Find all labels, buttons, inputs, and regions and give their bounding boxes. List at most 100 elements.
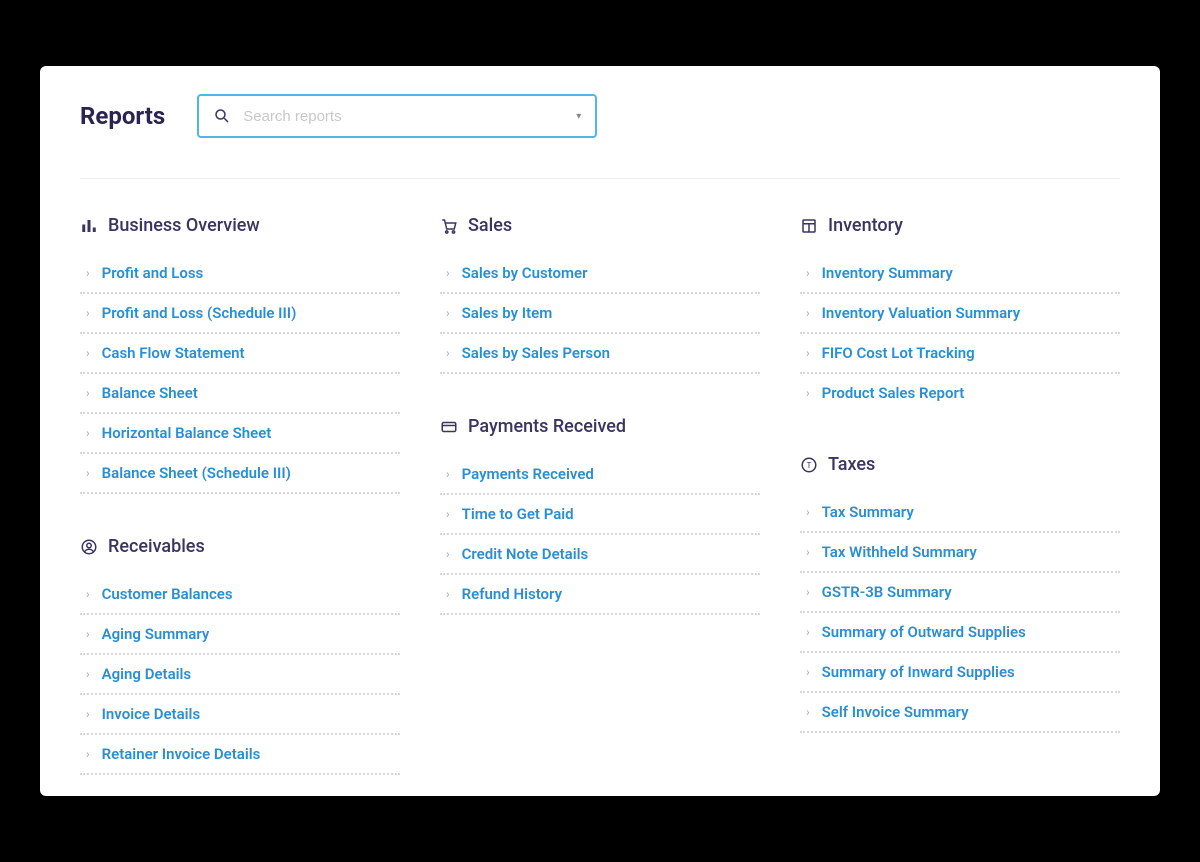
- report-link[interactable]: ›Product Sales Report: [800, 374, 1120, 412]
- chevron-right-icon: ›: [806, 347, 810, 359]
- section-business-overview: Business Overview ›Profit and Loss ›Prof…: [80, 215, 400, 494]
- report-link[interactable]: › Balance Sheet (Schedule III): [80, 454, 400, 494]
- report-label: Balance Sheet: [102, 384, 198, 402]
- reports-page: Reports ▾ Business Overview ›Profit and …: [40, 66, 1160, 796]
- box-icon: [800, 217, 818, 235]
- report-link[interactable]: › Time to Get Paid: [440, 495, 760, 535]
- report-link[interactable]: › Credit Note Details: [440, 535, 760, 575]
- report-link[interactable]: › GSTR-3B Summary: [800, 573, 1120, 613]
- chevron-right-icon: ›: [806, 586, 810, 598]
- report-link[interactable]: › Summary of Outward Supplies: [800, 613, 1120, 653]
- report-link[interactable]: › Aging Details: [80, 655, 400, 695]
- report-link[interactable]: ›Self Invoice Summary: [800, 693, 1120, 733]
- column-1: Sales ›Sales by Customer ›Sales by Item …: [440, 215, 760, 796]
- search-box[interactable]: ▾: [197, 94, 597, 138]
- section-title: Inventory: [828, 215, 903, 236]
- column-0: Business Overview ›Profit and Loss ›Prof…: [80, 215, 400, 796]
- report-label: Retainer Invoice Details: [102, 745, 261, 763]
- report-label: GSTR-3B Summary: [822, 583, 952, 601]
- report-link[interactable]: ›Refund History: [440, 575, 760, 615]
- report-label: Time to Get Paid: [462, 505, 574, 523]
- report-label: Tax Withheld Summary: [822, 543, 977, 561]
- report-label: Inventory Summary: [822, 264, 953, 282]
- chevron-right-icon: ›: [446, 307, 450, 319]
- section-head: Payments Received: [440, 416, 760, 437]
- report-label: Profit and Loss: [102, 264, 204, 282]
- section-title: Sales: [468, 215, 512, 236]
- chevron-right-icon: ›: [446, 588, 450, 600]
- search-icon: [213, 107, 231, 125]
- section-title: Taxes: [828, 454, 875, 475]
- report-link[interactable]: ›FIFO Cost Lot Tracking: [800, 334, 1120, 374]
- report-link[interactable]: › Customer Balances: [80, 575, 400, 615]
- svg-text:T: T: [807, 461, 812, 471]
- cart-icon: [440, 217, 458, 235]
- report-label: Sales by Customer: [462, 264, 588, 282]
- section-taxes: T Taxes ›Tax Summary ›Tax Withheld Summa…: [800, 454, 1120, 733]
- report-link[interactable]: ›Invoice Details: [80, 695, 400, 735]
- section-title: Business Overview: [108, 215, 260, 236]
- report-label: Cash Flow Statement: [102, 344, 245, 362]
- section-head: Business Overview: [80, 215, 400, 236]
- chevron-right-icon: ›: [86, 387, 90, 399]
- chevron-right-icon: ›: [806, 626, 810, 638]
- report-link[interactable]: ›Aging Summary: [80, 615, 400, 655]
- report-link[interactable]: › Cash Flow Statement: [80, 334, 400, 374]
- chevron-right-icon: ›: [806, 307, 810, 319]
- section-head: Receivables: [80, 536, 400, 557]
- report-label: Balance Sheet (Schedule III): [102, 464, 291, 482]
- search-input[interactable]: [243, 108, 564, 125]
- report-label: Tax Summary: [822, 503, 914, 521]
- report-label: Summary of Inward Supplies: [822, 663, 1015, 681]
- chevron-right-icon: ›: [86, 668, 90, 680]
- report-link[interactable]: ›Profit and Loss (Schedule III): [80, 294, 400, 334]
- section-inventory: Inventory ›Inventory Summary ›Inventory …: [800, 215, 1120, 412]
- report-link[interactable]: ›Tax Summary: [800, 493, 1120, 533]
- chevron-right-icon: ›: [446, 468, 450, 480]
- report-label: Credit Note Details: [462, 545, 589, 563]
- header: Reports ▾: [80, 94, 1120, 138]
- chevron-right-icon: ›: [86, 748, 90, 760]
- chevron-right-icon: ›: [86, 347, 90, 359]
- divider: [80, 178, 1120, 179]
- tax-icon: T: [800, 456, 818, 474]
- section-head: Sales: [440, 215, 760, 236]
- chevron-down-icon[interactable]: ▾: [576, 111, 581, 122]
- chevron-right-icon: ›: [806, 706, 810, 718]
- report-link[interactable]: ›Horizontal Balance Sheet: [80, 414, 400, 454]
- report-link[interactable]: ›Inventory Summary: [800, 254, 1120, 294]
- report-link[interactable]: ›Profit and Loss: [80, 254, 400, 294]
- report-link[interactable]: ›Inventory Valuation Summary: [800, 294, 1120, 334]
- report-link[interactable]: ›Sales by Customer: [440, 254, 760, 294]
- report-label: Product Sales Report: [822, 384, 965, 402]
- report-link[interactable]: › Sales by Sales Person: [440, 334, 760, 374]
- chevron-right-icon: ›: [446, 548, 450, 560]
- chevron-right-icon: ›: [86, 467, 90, 479]
- section-head: Inventory: [800, 215, 1120, 236]
- section-payments-received: Payments Received ›Payments Received › Ti…: [440, 416, 760, 615]
- bar-chart-icon: [80, 217, 98, 235]
- report-label: Invoice Details: [102, 705, 201, 723]
- report-link[interactable]: › Retainer Invoice Details: [80, 735, 400, 775]
- report-label: Aging Details: [102, 665, 192, 683]
- report-link[interactable]: › Sales by Item: [440, 294, 760, 334]
- chevron-right-icon: ›: [446, 347, 450, 359]
- section-title: Payments Received: [468, 416, 626, 437]
- chevron-right-icon: ›: [446, 508, 450, 520]
- report-label: Sales by Sales Person: [462, 344, 610, 362]
- report-link[interactable]: ›Payments Received: [440, 455, 760, 495]
- column-2: Inventory ›Inventory Summary ›Inventory …: [800, 215, 1120, 796]
- report-link[interactable]: › Balance Sheet: [80, 374, 400, 414]
- report-label: Sales by Item: [462, 304, 553, 322]
- chevron-right-icon: ›: [86, 588, 90, 600]
- section-sales: Sales ›Sales by Customer ›Sales by Item …: [440, 215, 760, 374]
- report-link[interactable]: › Summary of Inward Supplies: [800, 653, 1120, 693]
- report-label: Summary of Outward Supplies: [822, 623, 1026, 641]
- report-link[interactable]: ›Tax Withheld Summary: [800, 533, 1120, 573]
- section-head: T Taxes: [800, 454, 1120, 475]
- report-label: Customer Balances: [102, 585, 233, 603]
- report-label: Profit and Loss (Schedule III): [102, 304, 297, 322]
- page-title: Reports: [80, 102, 165, 130]
- chevron-right-icon: ›: [806, 666, 810, 678]
- section-receivables: Receivables › Customer Balances ›Aging Su…: [80, 536, 400, 775]
